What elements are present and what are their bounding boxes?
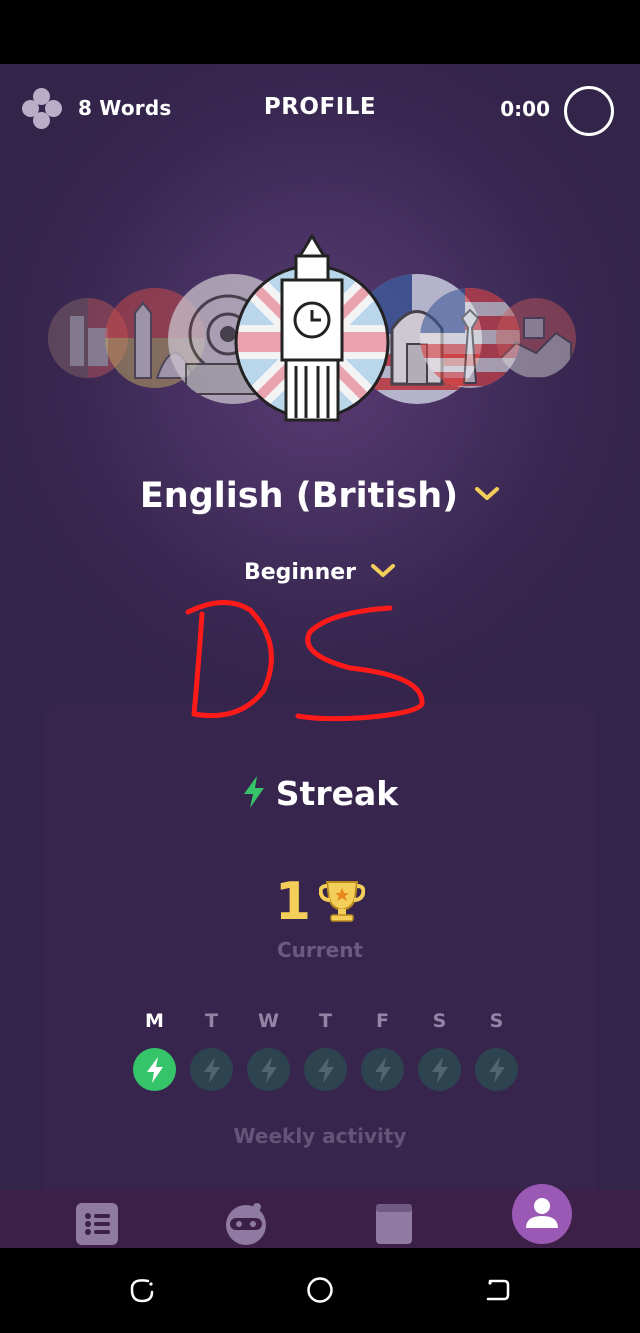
day-slot [354, 1048, 411, 1091]
profile-icon[interactable] [510, 1182, 574, 1246]
trophy-icon [318, 878, 366, 926]
day-letter: F [376, 1010, 389, 1032]
streak-count: 1 [274, 872, 312, 932]
big-ben-union-jack-icon[interactable] [232, 233, 392, 424]
weekly-activity-link[interactable]: Weekly activity [43, 1124, 597, 1148]
streak-header: Streak [43, 774, 597, 813]
day-slot [411, 1048, 468, 1091]
language-carousel[interactable] [0, 224, 640, 424]
level-name: Beginner [243, 560, 357, 585]
day-inactive-lightning-icon [418, 1048, 461, 1091]
flag-far-right-icon[interactable] [496, 298, 576, 378]
day-letter: M [145, 1010, 164, 1032]
robot-icon[interactable] [224, 1202, 268, 1246]
day-inactive-lightning-icon [475, 1048, 518, 1091]
day-slot [240, 1048, 297, 1091]
day-active-lightning-icon [133, 1048, 176, 1091]
language-name: English (British) [139, 476, 459, 516]
profile-screen: 8 Words PROFILE 0:00 English (British) B… [0, 64, 640, 1248]
bottom-navigation [0, 1184, 640, 1248]
day-slot [126, 1048, 183, 1091]
language-selector[interactable]: English (British) [0, 476, 640, 516]
list-icon[interactable] [75, 1202, 119, 1246]
day-slot [297, 1048, 354, 1091]
timer-label: 0:00 [500, 97, 550, 121]
streak-current-label: Current [276, 938, 363, 962]
day-slot [468, 1048, 525, 1091]
top-bar: 8 Words PROFILE 0:00 [0, 64, 640, 156]
system-navigation-bar [0, 1248, 640, 1333]
streak-title: Streak [275, 774, 399, 813]
back-icon[interactable] [484, 1276, 512, 1308]
book-icon[interactable] [372, 1202, 416, 1246]
day-inactive-lightning-icon [247, 1048, 290, 1091]
day-letter: T [319, 1010, 332, 1032]
weekday-streak: MTWTFSS [126, 1010, 526, 1091]
day-letter: W [258, 1010, 279, 1032]
day-slot [183, 1048, 240, 1091]
day-inactive-lightning-icon [304, 1048, 347, 1091]
day-letter: S [489, 1010, 504, 1032]
home-icon[interactable] [306, 1276, 334, 1308]
day-inactive-lightning-icon [190, 1048, 233, 1091]
streak-card: Streak 1 Current M T W T F S S Weekly activity [43, 702, 597, 1248]
level-selector[interactable]: Beginner [0, 560, 640, 585]
chevron-down-icon [474, 486, 500, 506]
lightning-icon [242, 775, 266, 813]
day-letter: T [205, 1010, 218, 1032]
day-letter: S [432, 1010, 447, 1032]
timer-ring-icon[interactable] [564, 86, 614, 136]
chevron-down-icon [370, 563, 396, 583]
day-inactive-lightning-icon [361, 1048, 404, 1091]
handwritten-annotation [185, 599, 425, 722]
status-bar [0, 0, 640, 64]
streak-count-row: 1 [43, 872, 597, 932]
recent-apps-icon[interactable] [128, 1276, 156, 1308]
